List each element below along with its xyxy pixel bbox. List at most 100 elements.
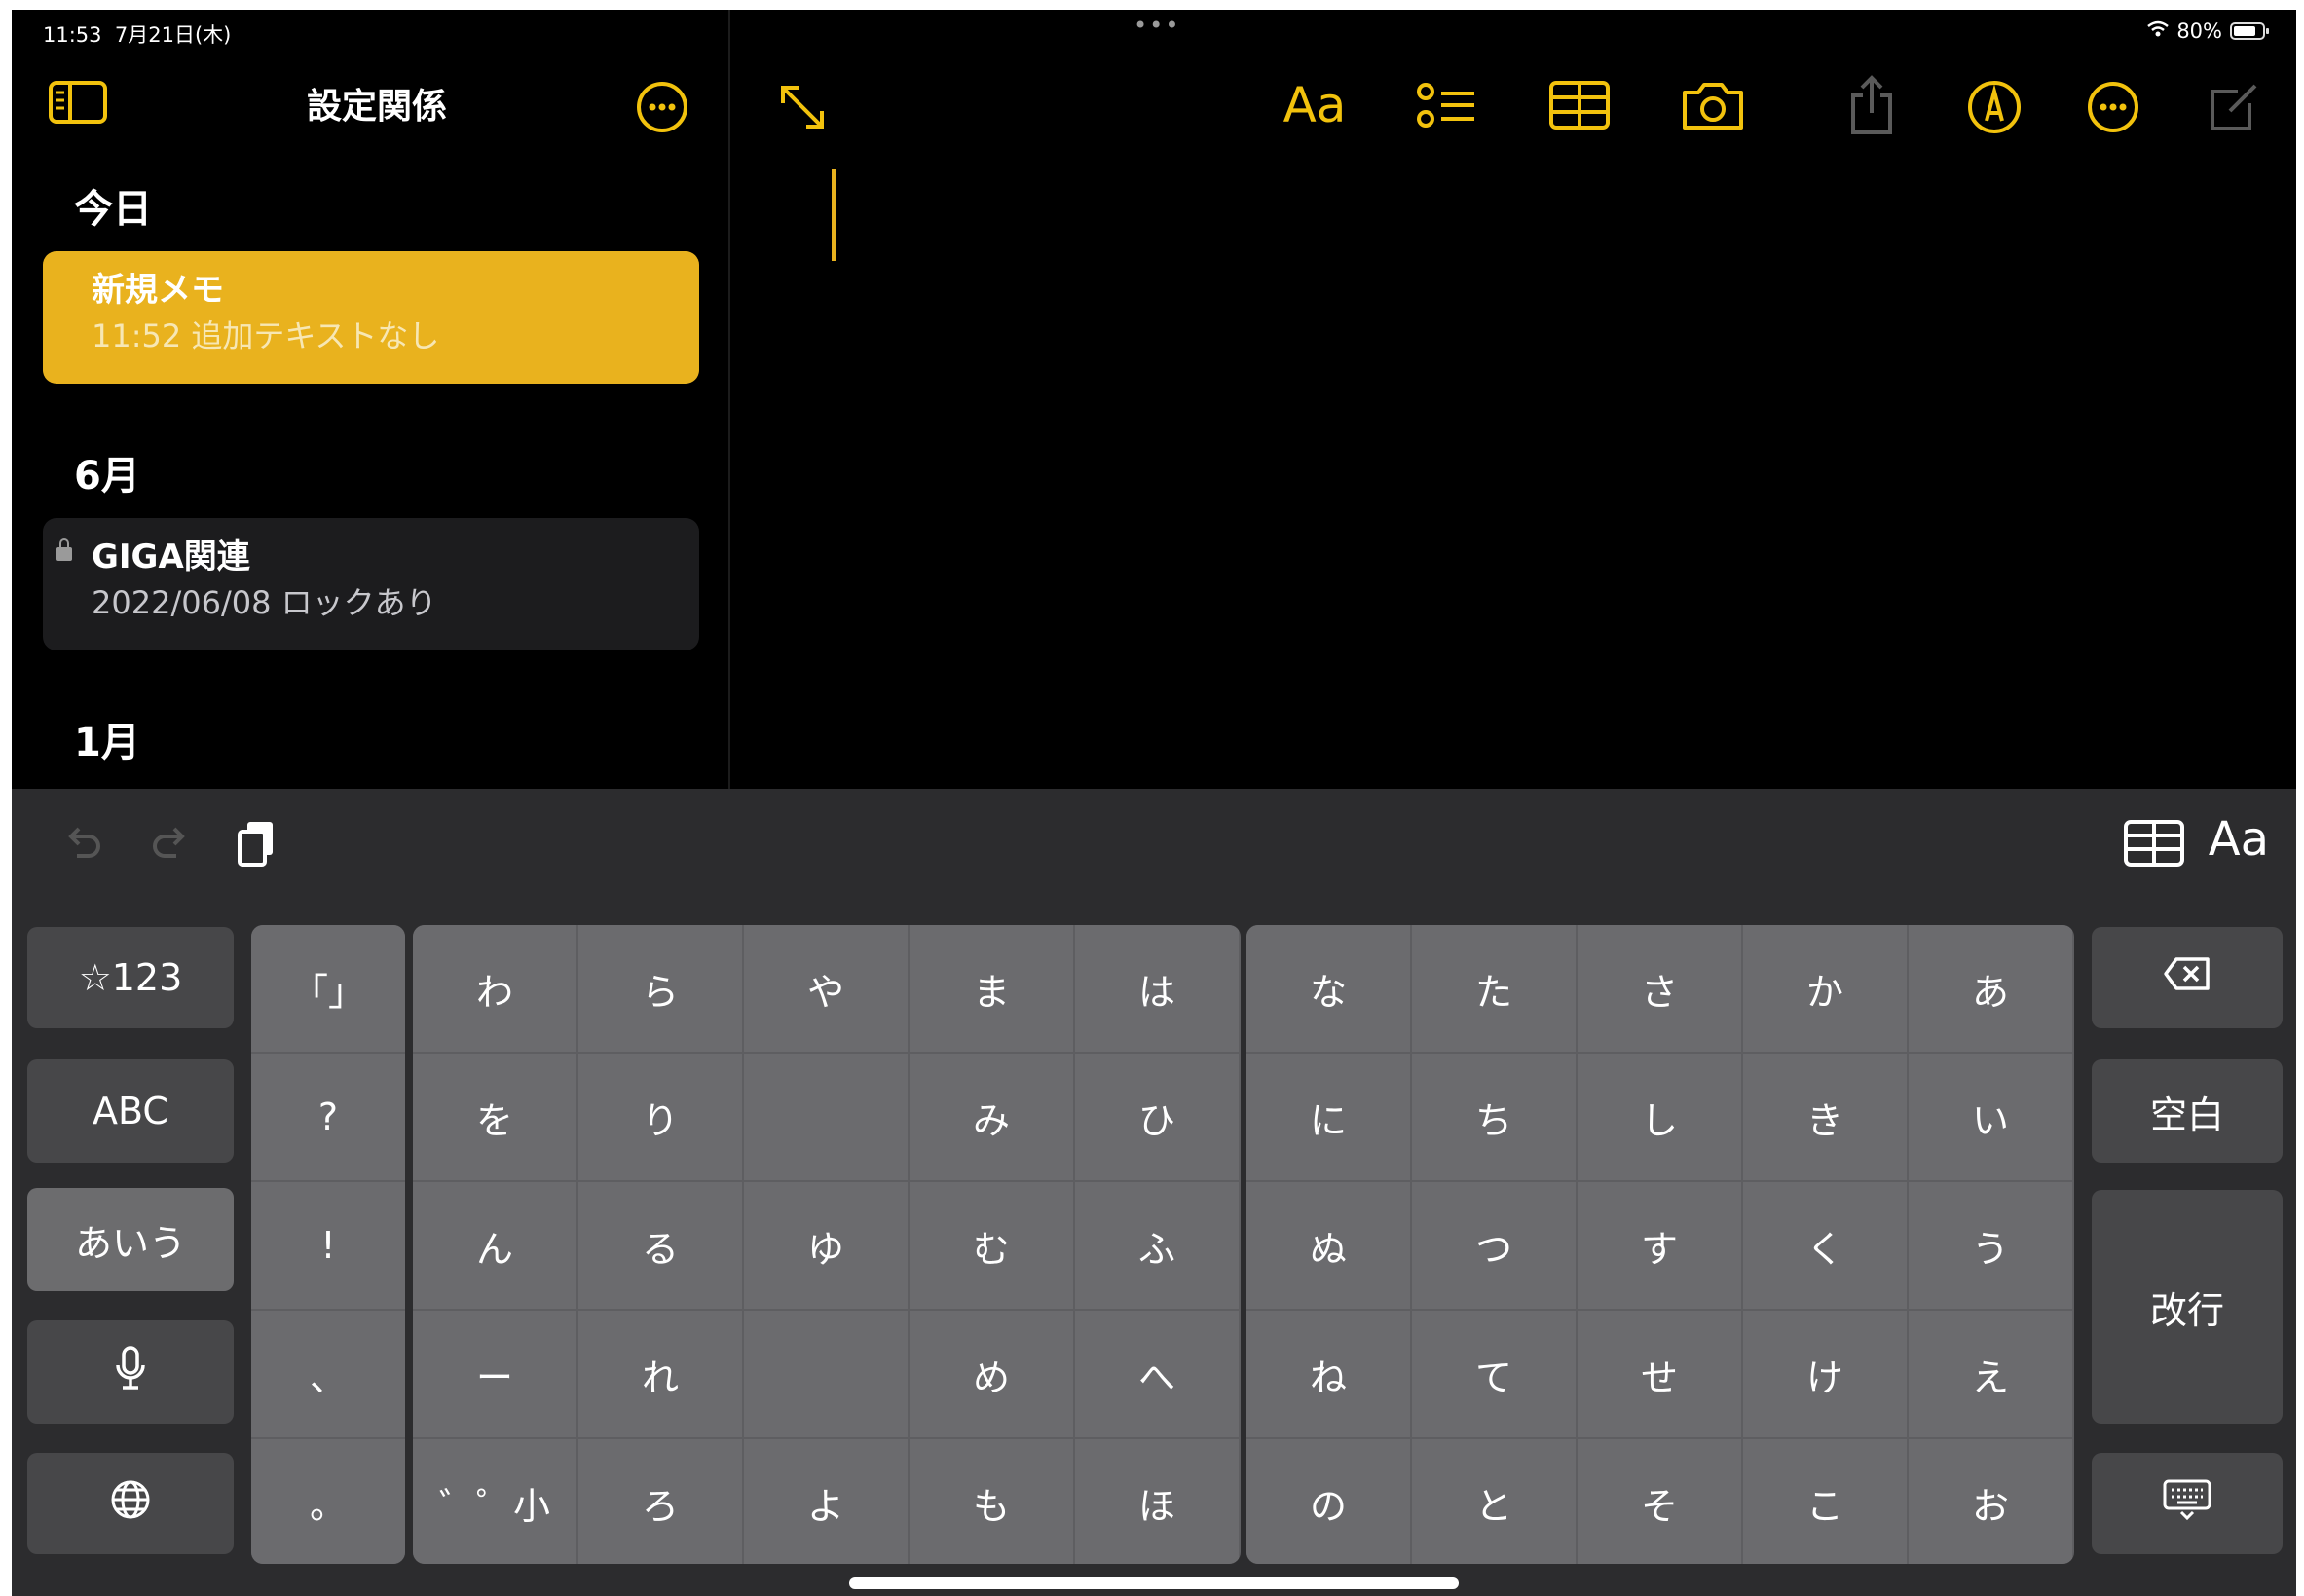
key-abc[interactable]: ABC <box>27 1059 234 1163</box>
home-indicator[interactable] <box>849 1577 1459 1589</box>
kana-key[interactable]: ゛゜小 <box>413 1439 576 1564</box>
compose-icon[interactable] <box>2205 78 2263 136</box>
kana-key[interactable]: は <box>1075 925 1239 1052</box>
kana-key[interactable]: ー <box>413 1311 576 1437</box>
key-dictation[interactable] <box>27 1320 234 1424</box>
microphone-icon <box>114 1345 147 1399</box>
folder-more-icon[interactable] <box>635 80 689 134</box>
kana-key[interactable]: み <box>910 1054 1073 1180</box>
key-kana[interactable]: あいう <box>27 1188 234 1291</box>
kana-key[interactable]: せ <box>1578 1311 1741 1437</box>
kb-table-icon[interactable] <box>2121 816 2187 871</box>
kana-key[interactable]: れ <box>578 1311 742 1437</box>
note-subtitle: 11:52 追加テキストなし <box>92 317 440 354</box>
expand-icon[interactable] <box>771 76 834 138</box>
key-comma[interactable]: 、 <box>251 1311 405 1437</box>
text-cursor <box>832 169 836 261</box>
kana-key[interactable]: ろ <box>578 1439 742 1564</box>
key-globe[interactable] <box>27 1453 234 1554</box>
kana-key[interactable]: り <box>578 1054 742 1180</box>
kana-key[interactable]: ふ <box>1075 1182 1239 1309</box>
kana-key[interactable]: わ <box>413 925 576 1052</box>
kana-key[interactable]: さ <box>1578 925 1741 1052</box>
key-question[interactable]: ? <box>251 1054 405 1180</box>
folder-title: 設定関係 <box>306 87 447 127</box>
kana-key[interactable]: ら <box>578 925 742 1052</box>
kana-block-left: わらやまはをり みひんるゆむふーれ めへ゛゜小ろよもほ <box>413 925 1241 1564</box>
kana-key[interactable]: と <box>1412 1439 1576 1564</box>
kana-key[interactable]: ん <box>413 1182 576 1309</box>
kana-key[interactable]: ゆ <box>744 1182 908 1309</box>
markup-icon[interactable] <box>1965 78 2024 136</box>
kana-key[interactable]: や <box>744 925 908 1052</box>
key-exclamation[interactable]: ! <box>251 1182 405 1309</box>
lock-icon <box>56 538 72 561</box>
kana-key[interactable]: ね <box>1246 1311 1410 1437</box>
kana-key[interactable]: る <box>578 1182 742 1309</box>
kana-key[interactable]: の <box>1246 1439 1410 1564</box>
undo-icon[interactable] <box>58 816 107 865</box>
key-symbols-123[interactable]: ☆123 <box>27 927 234 1028</box>
kana-key[interactable]: に <box>1246 1054 1410 1180</box>
key-period[interactable]: 。 <box>251 1439 405 1564</box>
kana-key[interactable]: つ <box>1412 1182 1576 1309</box>
kana-key[interactable]: ま <box>910 925 1073 1052</box>
kana-key[interactable] <box>744 1311 908 1437</box>
kana-key[interactable]: も <box>910 1439 1073 1564</box>
kana-key[interactable]: よ <box>744 1439 908 1564</box>
note-title: GIGA関連 <box>92 538 250 576</box>
kana-key[interactable]: た <box>1412 925 1576 1052</box>
key-dismiss-keyboard[interactable] <box>2092 1453 2283 1554</box>
kana-key[interactable]: ひ <box>1075 1054 1239 1180</box>
paste-icon[interactable] <box>232 816 280 871</box>
kana-key[interactable]: ぬ <box>1246 1182 1410 1309</box>
kana-key[interactable]: す <box>1578 1182 1741 1309</box>
split-divider[interactable] <box>728 10 730 789</box>
kana-key[interactable]: て <box>1412 1311 1576 1437</box>
note-more-icon[interactable] <box>2086 80 2140 134</box>
globe-icon <box>110 1479 151 1529</box>
kana-key[interactable]: き <box>1743 1054 1907 1180</box>
kana-key[interactable]: う <box>1909 1182 2072 1309</box>
kana-key[interactable]: ほ <box>1075 1439 1239 1564</box>
multitasking-dots[interactable]: ••• <box>1133 12 1180 39</box>
section-header-june: 6月 <box>74 454 140 499</box>
status-indicators: 80% <box>2147 19 2269 43</box>
kana-key[interactable]: い <box>1909 1054 2072 1180</box>
section-header-january: 1月 <box>74 721 140 765</box>
kana-key[interactable]: へ <box>1075 1311 1239 1437</box>
key-backspace[interactable] <box>2092 927 2283 1028</box>
note-item-new-memo[interactable]: 新規メモ 11:52 追加テキストなし <box>43 251 699 384</box>
note-subtitle: 2022/06/08 ロックあり <box>92 584 437 621</box>
redo-icon[interactable] <box>146 816 195 865</box>
kana-key[interactable]: あ <box>1909 925 2072 1052</box>
kana-key[interactable]: か <box>1743 925 1907 1052</box>
keyboard-dismiss-icon <box>2162 1478 2212 1530</box>
kana-key[interactable]: ち <box>1412 1054 1576 1180</box>
kb-format-button[interactable]: Aa <box>2209 812 2269 867</box>
kana-key[interactable]: む <box>910 1182 1073 1309</box>
sidebar-toggle-icon[interactable] <box>47 78 109 127</box>
kana-key[interactable]: け <box>1743 1311 1907 1437</box>
kana-key[interactable]: こ <box>1743 1439 1907 1564</box>
kana-key[interactable]: そ <box>1578 1439 1741 1564</box>
key-brackets[interactable]: 「」 <box>251 925 405 1052</box>
checklist-icon[interactable] <box>1414 76 1480 138</box>
camera-icon[interactable] <box>1679 76 1747 134</box>
kana-key[interactable]: め <box>910 1311 1073 1437</box>
key-return[interactable]: 改行 <box>2092 1190 2283 1424</box>
punctuation-column: 「」 ? ! 、 。 <box>251 925 405 1564</box>
section-header-today: 今日 <box>74 187 152 232</box>
note-item-giga[interactable]: GIGA関連 2022/06/08 ロックあり <box>43 518 699 650</box>
kana-key[interactable]: お <box>1909 1439 2072 1564</box>
kana-key[interactable]: を <box>413 1054 576 1180</box>
kana-key[interactable]: え <box>1909 1311 2072 1437</box>
key-space[interactable]: 空白 <box>2092 1059 2283 1163</box>
table-icon[interactable] <box>1546 76 1613 134</box>
share-icon[interactable] <box>1842 72 1901 138</box>
kana-key[interactable] <box>744 1054 908 1180</box>
format-button[interactable]: Aa <box>1278 74 1352 136</box>
kana-key[interactable]: な <box>1246 925 1410 1052</box>
kana-key[interactable]: し <box>1578 1054 1741 1180</box>
kana-key[interactable]: く <box>1743 1182 1907 1309</box>
